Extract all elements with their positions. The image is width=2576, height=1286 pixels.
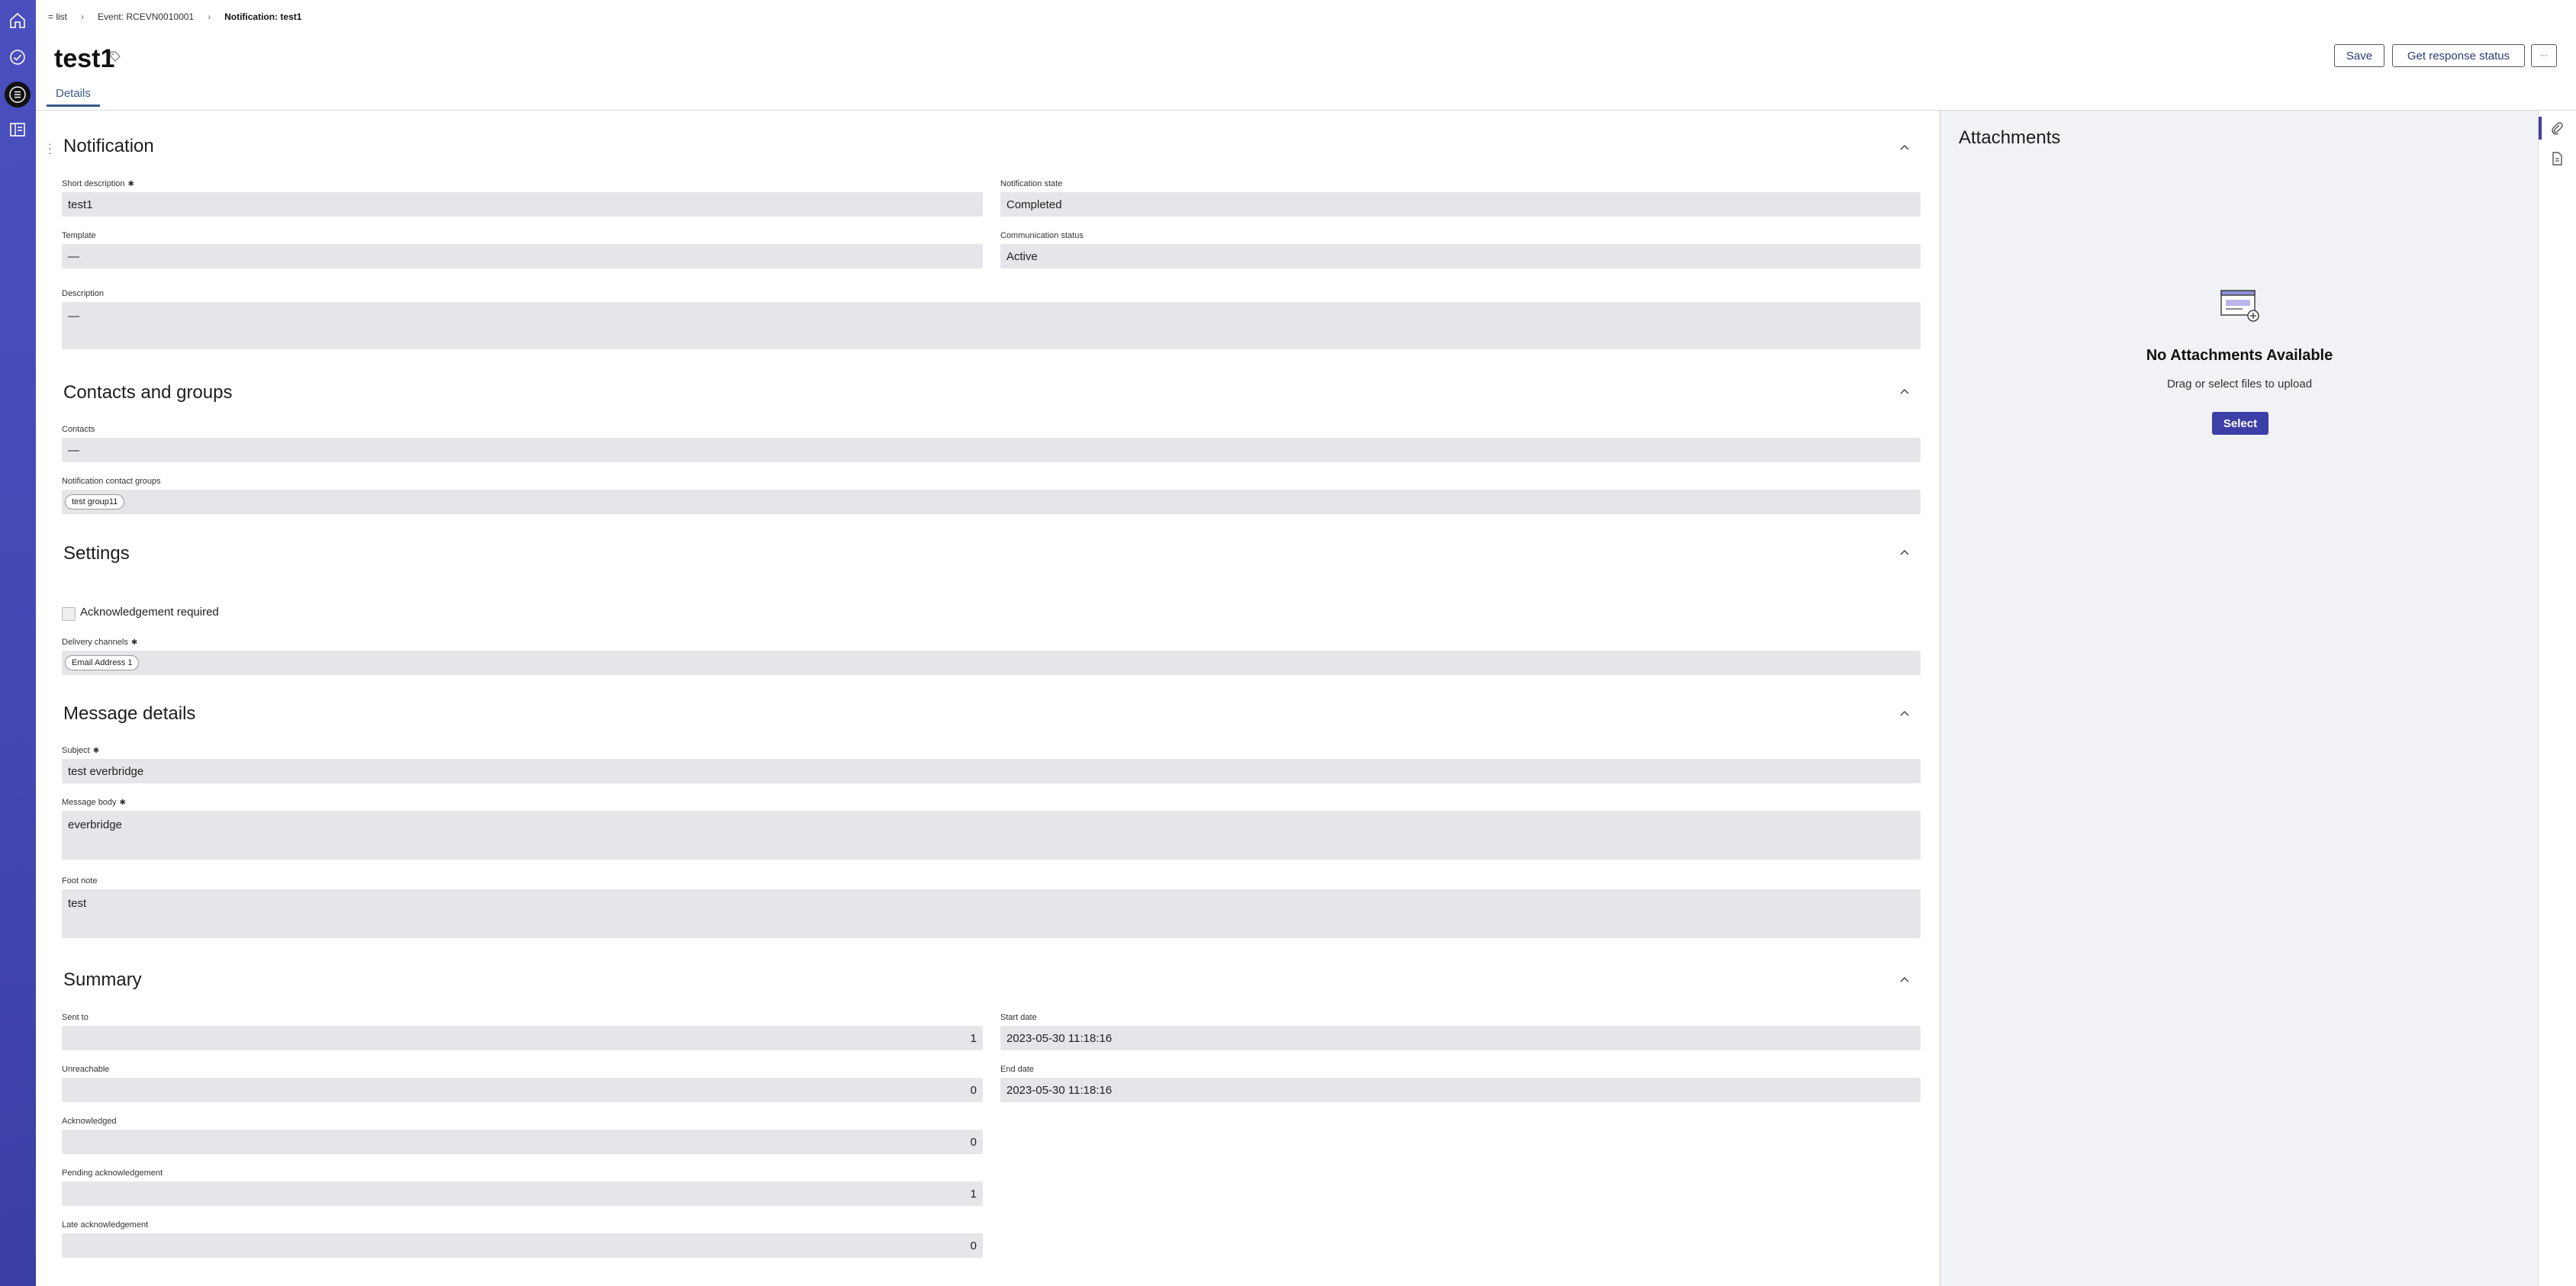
unreachable-label: Unreachable [62, 1065, 110, 1074]
left-nav [0, 0, 36, 1286]
section-title-summary: Summary [63, 969, 142, 990]
template-field[interactable]: — [62, 244, 983, 268]
breadcrumb: = list › Event: RCEVN0010001 › Notificat… [36, 0, 2576, 34]
tab-details[interactable]: Details [47, 87, 100, 107]
tag-icon[interactable] [109, 50, 121, 66]
sent-to-field[interactable]: 1 [62, 1026, 983, 1050]
active-rail-indicator [2539, 117, 2542, 140]
chevron-up-icon[interactable] [1898, 707, 1911, 721]
contact-group-chip[interactable]: test group11 [65, 494, 125, 510]
breadcrumb-event[interactable]: Event: RCEVN0010001 [98, 11, 194, 22]
section-title-notification: Notification [63, 136, 154, 156]
acknowledgement-checkbox[interactable] [62, 607, 76, 621]
start-date-label: Start date [1000, 1013, 1037, 1022]
get-response-status-button[interactable]: Get response status [2392, 44, 2525, 67]
kebab-icon[interactable]: · · · [48, 138, 52, 158]
empty-attachments-icon [2220, 290, 2259, 322]
description-field[interactable]: — [62, 302, 1921, 349]
chevron-up-icon[interactable] [1898, 546, 1911, 560]
delivery-channels-field[interactable]: Email Address 1 [62, 651, 1921, 675]
foot-note-field[interactable]: test [62, 889, 1921, 938]
acknowledged-label: Acknowledged [62, 1117, 117, 1126]
message-body-label: Message body ✱ [62, 798, 126, 807]
end-date-field[interactable]: 2023-05-30 11:18:16 [1000, 1078, 1921, 1102]
drag-hint: Drag or select files to upload [2166, 378, 2313, 391]
chevron-right-icon: › [208, 11, 211, 22]
section-title-message: Message details [63, 703, 196, 724]
chevron-up-icon[interactable] [1898, 385, 1911, 399]
pending-ack-field[interactable]: 1 [62, 1182, 983, 1206]
chevron-right-icon: › [81, 11, 85, 22]
contact-groups-label: Notification contact groups [62, 477, 161, 486]
breadcrumb-list[interactable]: = list [48, 11, 67, 22]
attachments-panel: Attachments No Attachments Available Dra… [1940, 111, 2539, 1286]
section-title-contacts: Contacts and groups [63, 382, 233, 403]
unreachable-field[interactable]: 0 [62, 1078, 983, 1102]
chevron-up-icon[interactable] [1898, 973, 1911, 987]
acknowledged-field[interactable]: 0 [62, 1130, 983, 1154]
approval-check-icon[interactable] [6, 46, 29, 69]
subject-field[interactable]: test everbridge [62, 759, 1921, 783]
notification-state-field[interactable]: Completed [1000, 192, 1921, 217]
list-menu-icon[interactable] [5, 82, 31, 108]
foot-note-label: Foot note [62, 876, 98, 886]
attachments-title: Attachments [1959, 127, 2061, 148]
delivery-channels-label: Delivery channels ✱ [62, 638, 138, 647]
short-description-label: Short description ✱ [62, 179, 134, 188]
contact-groups-field[interactable]: test group11 [62, 490, 1921, 514]
notification-state-label: Notification state [1000, 179, 1063, 188]
start-date-field[interactable]: 2023-05-30 11:18:16 [1000, 1026, 1921, 1050]
sent-to-label: Sent to [62, 1013, 89, 1022]
page-title: test1 [54, 44, 115, 73]
section-title-settings: Settings [63, 543, 130, 564]
description-label: Description [62, 289, 105, 298]
contacts-field[interactable]: — [62, 438, 1921, 462]
home-icon[interactable] [6, 9, 29, 32]
chevron-up-icon[interactable] [1898, 141, 1911, 155]
form-area: · · · Notification Short description ✱ test… [36, 111, 1940, 1286]
message-body-field[interactable]: everbridge [62, 811, 1921, 860]
delivery-channel-chip[interactable]: Email Address 1 [65, 655, 140, 670]
paperclip-icon[interactable] [2549, 121, 2565, 136]
subject-label: Subject ✱ [62, 746, 100, 755]
workspace-panel-icon[interactable] [6, 118, 29, 141]
pending-ack-label: Pending acknowledgement [62, 1169, 163, 1178]
select-files-button[interactable]: Select [2212, 412, 2268, 435]
breadcrumb-current: Notification: test1 [224, 11, 302, 22]
acknowledgement-label: Acknowledgement required [80, 606, 219, 619]
no-attachments-title: No Attachments Available [2146, 347, 2333, 364]
right-rail [2538, 111, 2576, 1286]
short-description-field[interactable]: test1 [62, 192, 983, 217]
communication-status-label: Communication status [1000, 231, 1084, 240]
more-actions-button[interactable]: ··· [2531, 44, 2557, 67]
contacts-label: Contacts [62, 425, 95, 434]
template-label: Template [62, 231, 96, 240]
communication-status-field[interactable]: Active [1000, 244, 1921, 268]
document-icon[interactable] [2549, 151, 2565, 166]
end-date-label: End date [1000, 1065, 1035, 1074]
record-header: test1 Details Save Get response status ·… [36, 34, 2576, 111]
late-ack-field[interactable]: 0 [62, 1233, 983, 1258]
late-ack-label: Late acknowledgement [62, 1220, 149, 1230]
save-button[interactable]: Save [2334, 44, 2384, 67]
